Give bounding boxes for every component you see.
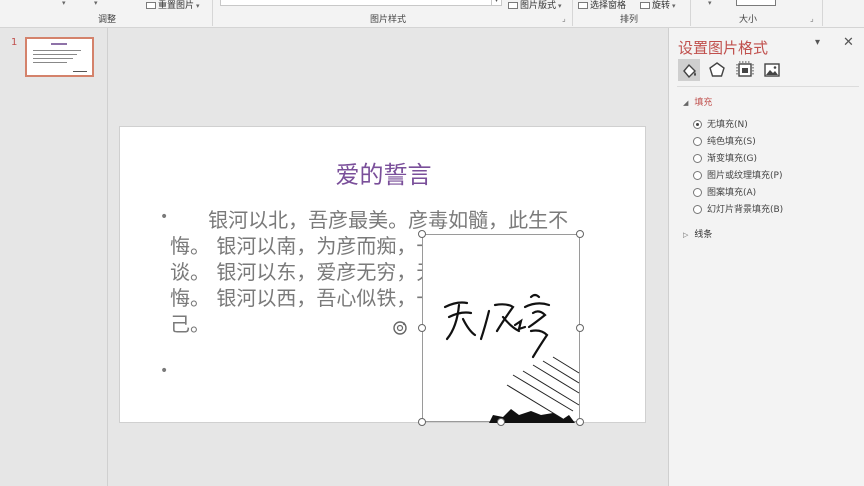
ribbon: ▾ ▾ 重置图片 ▾ 调整 ▾ 图片版式 ▾ 图片样式 ⌟ 选择窗格 旋转 ▾ 排列 … [0, 0, 864, 28]
thumb-text-line [33, 50, 81, 51]
picture-layout-button[interactable]: 图片版式 ▾ [508, 0, 562, 11]
radio-button[interactable] [693, 188, 702, 197]
slide-title[interactable]: 爱的誓言 [120, 155, 647, 190]
bullet-marker: • [160, 363, 169, 379]
fill-section-label: 填充 [694, 98, 713, 108]
selection-pane-label: 选择窗格 [590, 1, 627, 11]
arrange-group-label: 排列 [620, 15, 639, 25]
collapse-triangle-icon: ◢ [683, 99, 689, 107]
resize-handle-top-left[interactable] [418, 230, 426, 238]
fill-option-label: 渐变填充(G) [707, 154, 757, 164]
fill-option-solid[interactable]: 纯色填充(S) [693, 134, 756, 147]
picture-styles-group-label: 图片样式 [370, 15, 407, 25]
gallery-more-button[interactable]: ▾ [491, 0, 501, 5]
thumb-text-line [33, 58, 73, 59]
picture-icon[interactable] [761, 59, 783, 81]
thumb-title-mark [51, 43, 67, 45]
radio-button[interactable] [693, 154, 702, 163]
reset-picture-icon [146, 2, 156, 9]
pane-divider [677, 86, 859, 87]
format-picture-pane: 设置图片格式 ▾ ✕ ◢ 填充 无填充(N) 纯色填充(S) 渐变填充(G) 图… [668, 28, 864, 486]
size-group-label: 大小 [739, 15, 758, 25]
line-section-label: 线条 [694, 230, 713, 240]
adjust-group-label: 调整 [98, 15, 117, 25]
radio-button[interactable] [693, 137, 702, 146]
bullet-marker: • [160, 209, 169, 225]
fill-option-label: 无填充(N) [707, 120, 748, 130]
picture-layout-icon [508, 2, 518, 9]
picture-styles-launcher-icon[interactable]: ⌟ [562, 14, 566, 23]
rotate-icon [640, 2, 650, 9]
ribbon-separator [572, 0, 573, 26]
powerpoint-window: ▾ ▾ 重置图片 ▾ 调整 ▾ 图片版式 ▾ 图片样式 ⌟ 选择窗格 旋转 ▾ 排列 … [0, 0, 864, 486]
pane-title: 设置图片格式 [678, 39, 769, 57]
ribbon-separator [690, 0, 691, 26]
effects-icon[interactable] [706, 59, 728, 81]
fill-option-pattern[interactable]: 图案填充(A) [693, 185, 756, 198]
thumb-text-line [33, 62, 67, 63]
line-section-header[interactable]: ▷ 线条 [683, 227, 712, 240]
resize-handle-bottom-right[interactable] [576, 418, 584, 426]
resize-handle-top-right[interactable] [576, 230, 584, 238]
reset-picture-button[interactable]: 重置图片 ▾ [146, 0, 200, 11]
reset-picture-label: 重置图片 [158, 1, 195, 11]
signature-picture[interactable] [422, 234, 580, 423]
fill-option-label: 图片或纹理填充(P) [707, 171, 783, 181]
slide-thumbnail-pane[interactable]: 1 [0, 28, 108, 486]
rotate-button[interactable]: 旋转 ▾ [640, 0, 676, 11]
adjust-dropdown-2[interactable]: ▾ [92, 0, 98, 8]
ribbon-separator [822, 0, 823, 26]
rotate-handle-icon[interactable] [392, 320, 408, 336]
slide-thumbnail-1[interactable] [25, 37, 94, 77]
size-properties-icon[interactable] [734, 59, 756, 81]
fill-option-slide-background[interactable]: 幻灯片背景填充(B) [693, 202, 783, 215]
thumb-picture-mark [73, 66, 87, 72]
size-height-dropdown[interactable]: ▾ [706, 0, 712, 8]
fill-option-label: 图案填充(A) [707, 188, 757, 198]
fill-option-label: 纯色填充(S) [707, 137, 756, 147]
rotate-label: 旋转 [652, 1, 671, 11]
slide-number: 1 [11, 37, 18, 48]
fill-line-icon[interactable] [678, 59, 700, 81]
signature-image [443, 293, 580, 423]
radio-button[interactable] [693, 205, 702, 214]
radio-button[interactable] [693, 171, 702, 180]
pane-options-chevron-icon[interactable]: ▾ [815, 37, 820, 48]
fill-option-picture-texture[interactable]: 图片或纹理填充(P) [693, 168, 782, 181]
selection-pane-button[interactable]: 选择窗格 [578, 0, 626, 11]
resize-handle-bottom-middle[interactable] [497, 418, 505, 426]
fill-option-gradient[interactable]: 渐变填充(G) [693, 151, 757, 164]
fill-option-none[interactable]: 无填充(N) [693, 117, 748, 130]
fill-section-header[interactable]: ◢ 填充 [683, 95, 712, 108]
radio-button[interactable] [693, 120, 702, 129]
adjust-dropdown[interactable]: ▾ [60, 0, 66, 8]
thumb-text-line [33, 54, 77, 55]
resize-handle-middle-left[interactable] [418, 324, 426, 332]
picture-style-gallery[interactable]: ▾ [220, 0, 502, 6]
size-launcher-icon[interactable]: ⌟ [810, 14, 814, 23]
resize-handle-bottom-left[interactable] [418, 418, 426, 426]
close-icon[interactable]: ✕ [843, 35, 854, 50]
resize-handle-middle-right[interactable] [576, 324, 584, 332]
height-field-icon [736, 0, 776, 6]
ribbon-separator [212, 0, 213, 26]
size-height-input[interactable] [736, 0, 778, 8]
expand-triangle-icon: ▷ [683, 231, 689, 239]
picture-layout-label: 图片版式 [520, 1, 557, 11]
fill-option-label: 幻灯片背景填充(B) [707, 205, 784, 215]
selection-pane-icon [578, 2, 588, 9]
